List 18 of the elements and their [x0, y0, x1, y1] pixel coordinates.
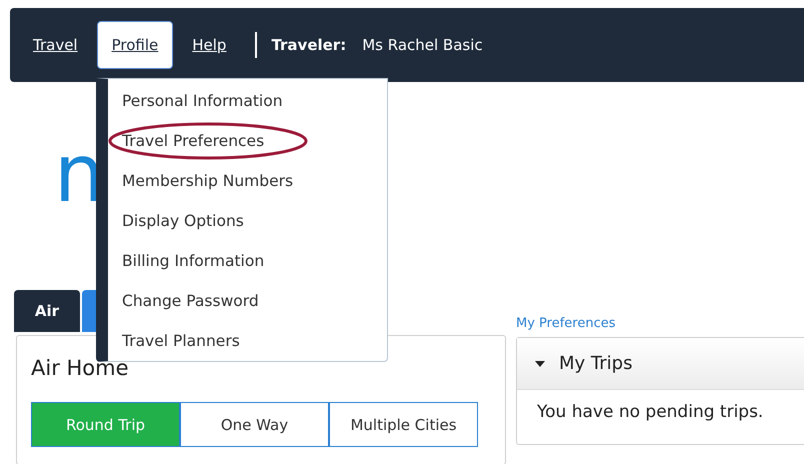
menu-item[interactable]: Change Password: [108, 281, 387, 321]
nav-menu-item[interactable]: Travel: [18, 21, 93, 69]
nav-menu-item[interactable]: Profile: [96, 21, 174, 69]
nav-menu-item[interactable]: Help: [177, 21, 242, 69]
trip-type-button[interactable]: Multiple Cities: [329, 402, 478, 447]
no-trips-message: You have no pending trips.: [536, 401, 764, 422]
mode-tab[interactable]: Air: [14, 290, 80, 332]
traveler-label: Traveler:: [271, 36, 346, 54]
trip-type-button[interactable]: One Way: [180, 402, 329, 447]
menu-item[interactable]: Membership Numbers: [108, 161, 387, 201]
menu-item[interactable]: Travel Preferences: [108, 121, 387, 161]
menu-item[interactable]: Billing Information: [108, 241, 387, 281]
traveler-name: Ms Rachel Basic: [362, 36, 483, 54]
menu-item[interactable]: Display Options: [108, 201, 387, 241]
trips-panel-header[interactable]: My Trips: [517, 338, 804, 390]
preferences-link[interactable]: My Preferences: [516, 316, 804, 331]
trips-title: My Trips: [559, 353, 632, 374]
menu-item[interactable]: Personal Information: [108, 81, 387, 121]
